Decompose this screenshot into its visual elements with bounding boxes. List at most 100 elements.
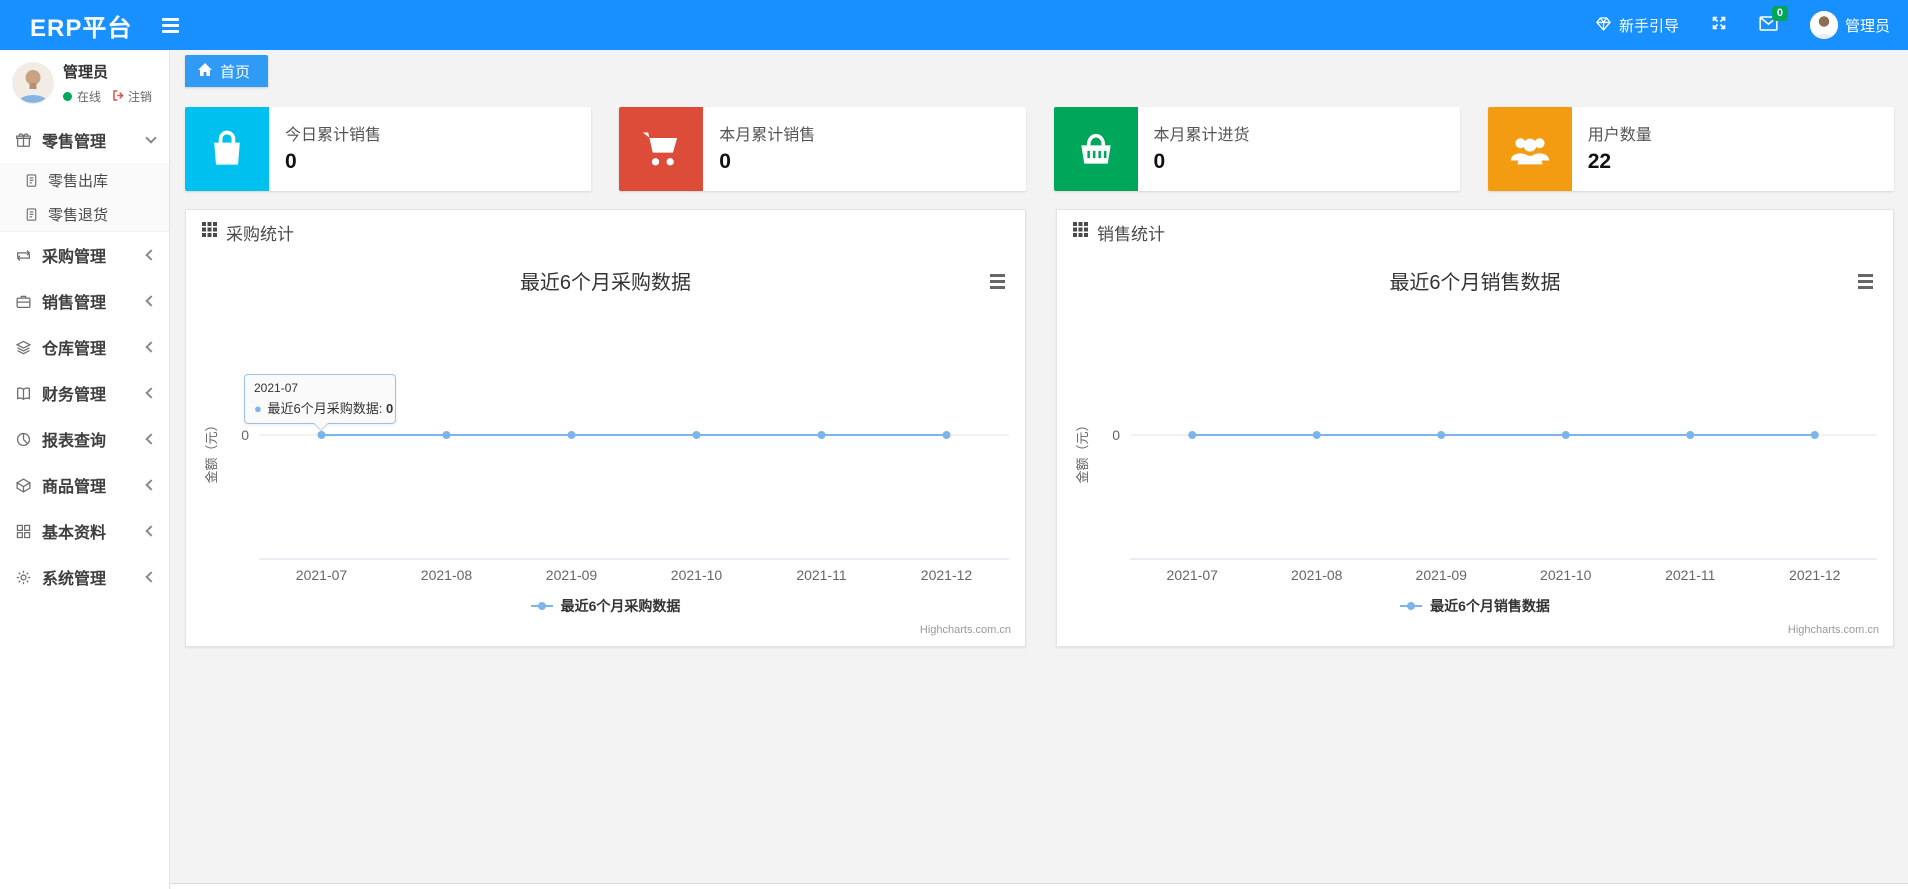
chevron-left-icon (145, 295, 157, 307)
cart-icon (619, 107, 704, 191)
data-point[interactable] (942, 431, 951, 439)
highcharts-credits-link[interactable]: Highcharts.com.cn (920, 624, 1011, 636)
chevron-left-icon (145, 479, 157, 491)
data-point[interactable] (442, 431, 451, 439)
legend-label: 最近6个月采购数据 (560, 598, 681, 614)
x-axis-tick-label: 2021-08 (421, 567, 473, 583)
tooltip-value-row: ● 最近6个月采购数据: 0 (254, 401, 394, 416)
data-point[interactable] (1312, 431, 1321, 439)
data-point[interactable] (1437, 431, 1446, 439)
data-point[interactable] (317, 431, 326, 439)
chart-legend-item[interactable]: 最近6个月采购数据 (186, 596, 1025, 616)
gem-icon (1595, 15, 1612, 36)
data-point[interactable] (1188, 431, 1197, 439)
sidebar: 管理员 在线 注销 零售管理 零售出库 零售退货采购管理销售管理 仓库管理 财务管理报表… (0, 50, 170, 889)
sidebar-item-finance[interactable]: 财务管理 (0, 370, 169, 416)
mail-badge: 0 (1771, 5, 1788, 21)
guide-button[interactable]: 新手引导 (1595, 15, 1679, 36)
logout-icon (112, 89, 125, 105)
footer (171, 883, 1908, 889)
sidebar-item-retail-return[interactable]: 零售退货 (0, 197, 169, 231)
avatar (1809, 11, 1838, 39)
th-grid-icon (202, 222, 217, 242)
sidebar-item-reports[interactable]: 报表查询 (0, 416, 169, 462)
panel-title: 销售统计 (1097, 224, 1165, 244)
tab-home[interactable]: 首页 (185, 55, 269, 87)
chevron-left-icon (145, 433, 157, 445)
home-icon (197, 62, 213, 81)
stat-card-body: 用户数量 22 (1572, 107, 1652, 191)
sidebar-username: 管理员 (63, 64, 109, 81)
main-content: 首页 今日累计销售 0 本月累计销售 0 本月累计进货 0 用户数量 22 采购统计 最近6个… (171, 50, 1908, 883)
sidebar-item-label: 系统管理 (42, 571, 107, 588)
sidebar-item-basic[interactable]: 基本资料 (0, 508, 169, 554)
chart-plot-area[interactable]: 2021-07 2021-08 2021-09 2021-10 2021-11 2021-… (186, 254, 1025, 646)
data-point[interactable] (817, 431, 826, 439)
sidebar-user-panel: 管理员 在线 注销 (0, 50, 169, 117)
chart-legend-item[interactable]: 最近6个月销售数据 (1057, 596, 1893, 616)
doc-icon (24, 207, 39, 222)
legend-marker-icon (1400, 602, 1423, 610)
sidebar-user-info: 管理员 在线 注销 (63, 61, 152, 105)
navbar-right: 新手引导 0 管理员 (1595, 5, 1908, 39)
legend-marker-icon (530, 602, 553, 610)
x-axis-tick-label: 2021-07 (296, 567, 348, 583)
purchase-chart[interactable]: 最近6个月采购数据 2021-07 2021-08 2021-09 2021-10 202… (186, 254, 1025, 646)
sidebar-item-warehouse[interactable]: 仓库管理 (0, 324, 169, 370)
data-point[interactable] (1810, 431, 1819, 439)
chevron-left-icon (145, 571, 157, 583)
data-point[interactable] (692, 431, 701, 439)
stat-card-value: 22 (1587, 150, 1612, 173)
tooltip-category: 2021-07 (254, 381, 299, 395)
data-point[interactable] (1686, 431, 1695, 439)
sidebar-item-label: 基本资料 (42, 525, 107, 542)
sidebar-item-retail[interactable]: 零售管理 (0, 117, 169, 163)
highcharts-credits-link[interactable]: Highcharts.com.cn (1788, 624, 1879, 636)
users-icon (1487, 107, 1572, 191)
bag-icon (185, 107, 269, 191)
pie-icon (15, 431, 32, 448)
y-axis-tick-label: 0 (241, 427, 249, 443)
gear-icon (15, 569, 32, 586)
grid-icon (15, 523, 32, 540)
x-axis-tick-label: 2021-11 (1665, 567, 1716, 583)
panel-header: 采购统计 (186, 210, 1025, 254)
data-point[interactable] (1561, 431, 1570, 439)
logout-link[interactable]: 注销 (112, 88, 152, 105)
sales-stats-panel: 销售统计 最近6个月销售数据 2021-07 2021-08 2021-09 2021-… (1056, 209, 1894, 647)
briefcase-icon (15, 293, 32, 310)
legend-label: 最近6个月销售数据 (1430, 598, 1550, 614)
user-menu[interactable]: 管理员 (1809, 11, 1890, 39)
stat-card-value: 0 (1153, 150, 1166, 173)
navbar-left: ERP平台 (0, 8, 185, 43)
stat-card-value: 0 (285, 150, 297, 173)
stat-card-body: 本月累计进货 0 (1138, 107, 1250, 191)
basket-icon (1053, 107, 1138, 191)
x-axis-tick-label: 2021-12 (921, 567, 973, 583)
book-icon (15, 385, 32, 402)
guide-label: 新手引导 (1618, 17, 1679, 35)
chevron-left-icon (145, 525, 157, 537)
x-axis-tick-label: 2021-08 (1291, 567, 1343, 583)
fullscreen-button[interactable] (1711, 15, 1727, 35)
sidebar-item-system[interactable]: 系统管理 (0, 554, 169, 600)
sales-chart[interactable]: 最近6个月销售数据 2021-07 2021-08 2021-09 2021-10 202… (1057, 254, 1893, 646)
chevron-left-icon (145, 387, 157, 399)
sidebar-item-label: 报表查询 (42, 433, 107, 450)
messages-button[interactable]: 0 (1759, 5, 1788, 36)
box-icon (15, 477, 32, 494)
sidebar-item-goods[interactable]: 商品管理 (0, 462, 169, 508)
sidebar-toggle-icon[interactable] (156, 12, 185, 39)
sidebar-item-purchase[interactable]: 采购管理 (0, 232, 169, 278)
stat-card-1: 本月累计销售 0 (619, 107, 1026, 191)
purchase-stats-panel: 采购统计 最近6个月采购数据 2021-07 2021-08 2021-09 2021-… (185, 209, 1026, 647)
sidebar-item-label: 采购管理 (42, 249, 107, 266)
data-point[interactable] (567, 431, 576, 439)
panel-header: 销售统计 (1057, 210, 1893, 254)
x-axis-tick-label: 2021-11 (796, 567, 847, 583)
y-axis-tick-label: 0 (1112, 427, 1120, 443)
sidebar-item-sales[interactable]: 销售管理 (0, 278, 169, 324)
sidebar-item-retail-out[interactable]: 零售出库 (0, 163, 169, 197)
chart-plot-area[interactable]: 2021-07 2021-08 2021-09 2021-10 2021-11 2021-… (1057, 254, 1893, 646)
stat-card-label: 今日累计销售 (285, 127, 382, 144)
